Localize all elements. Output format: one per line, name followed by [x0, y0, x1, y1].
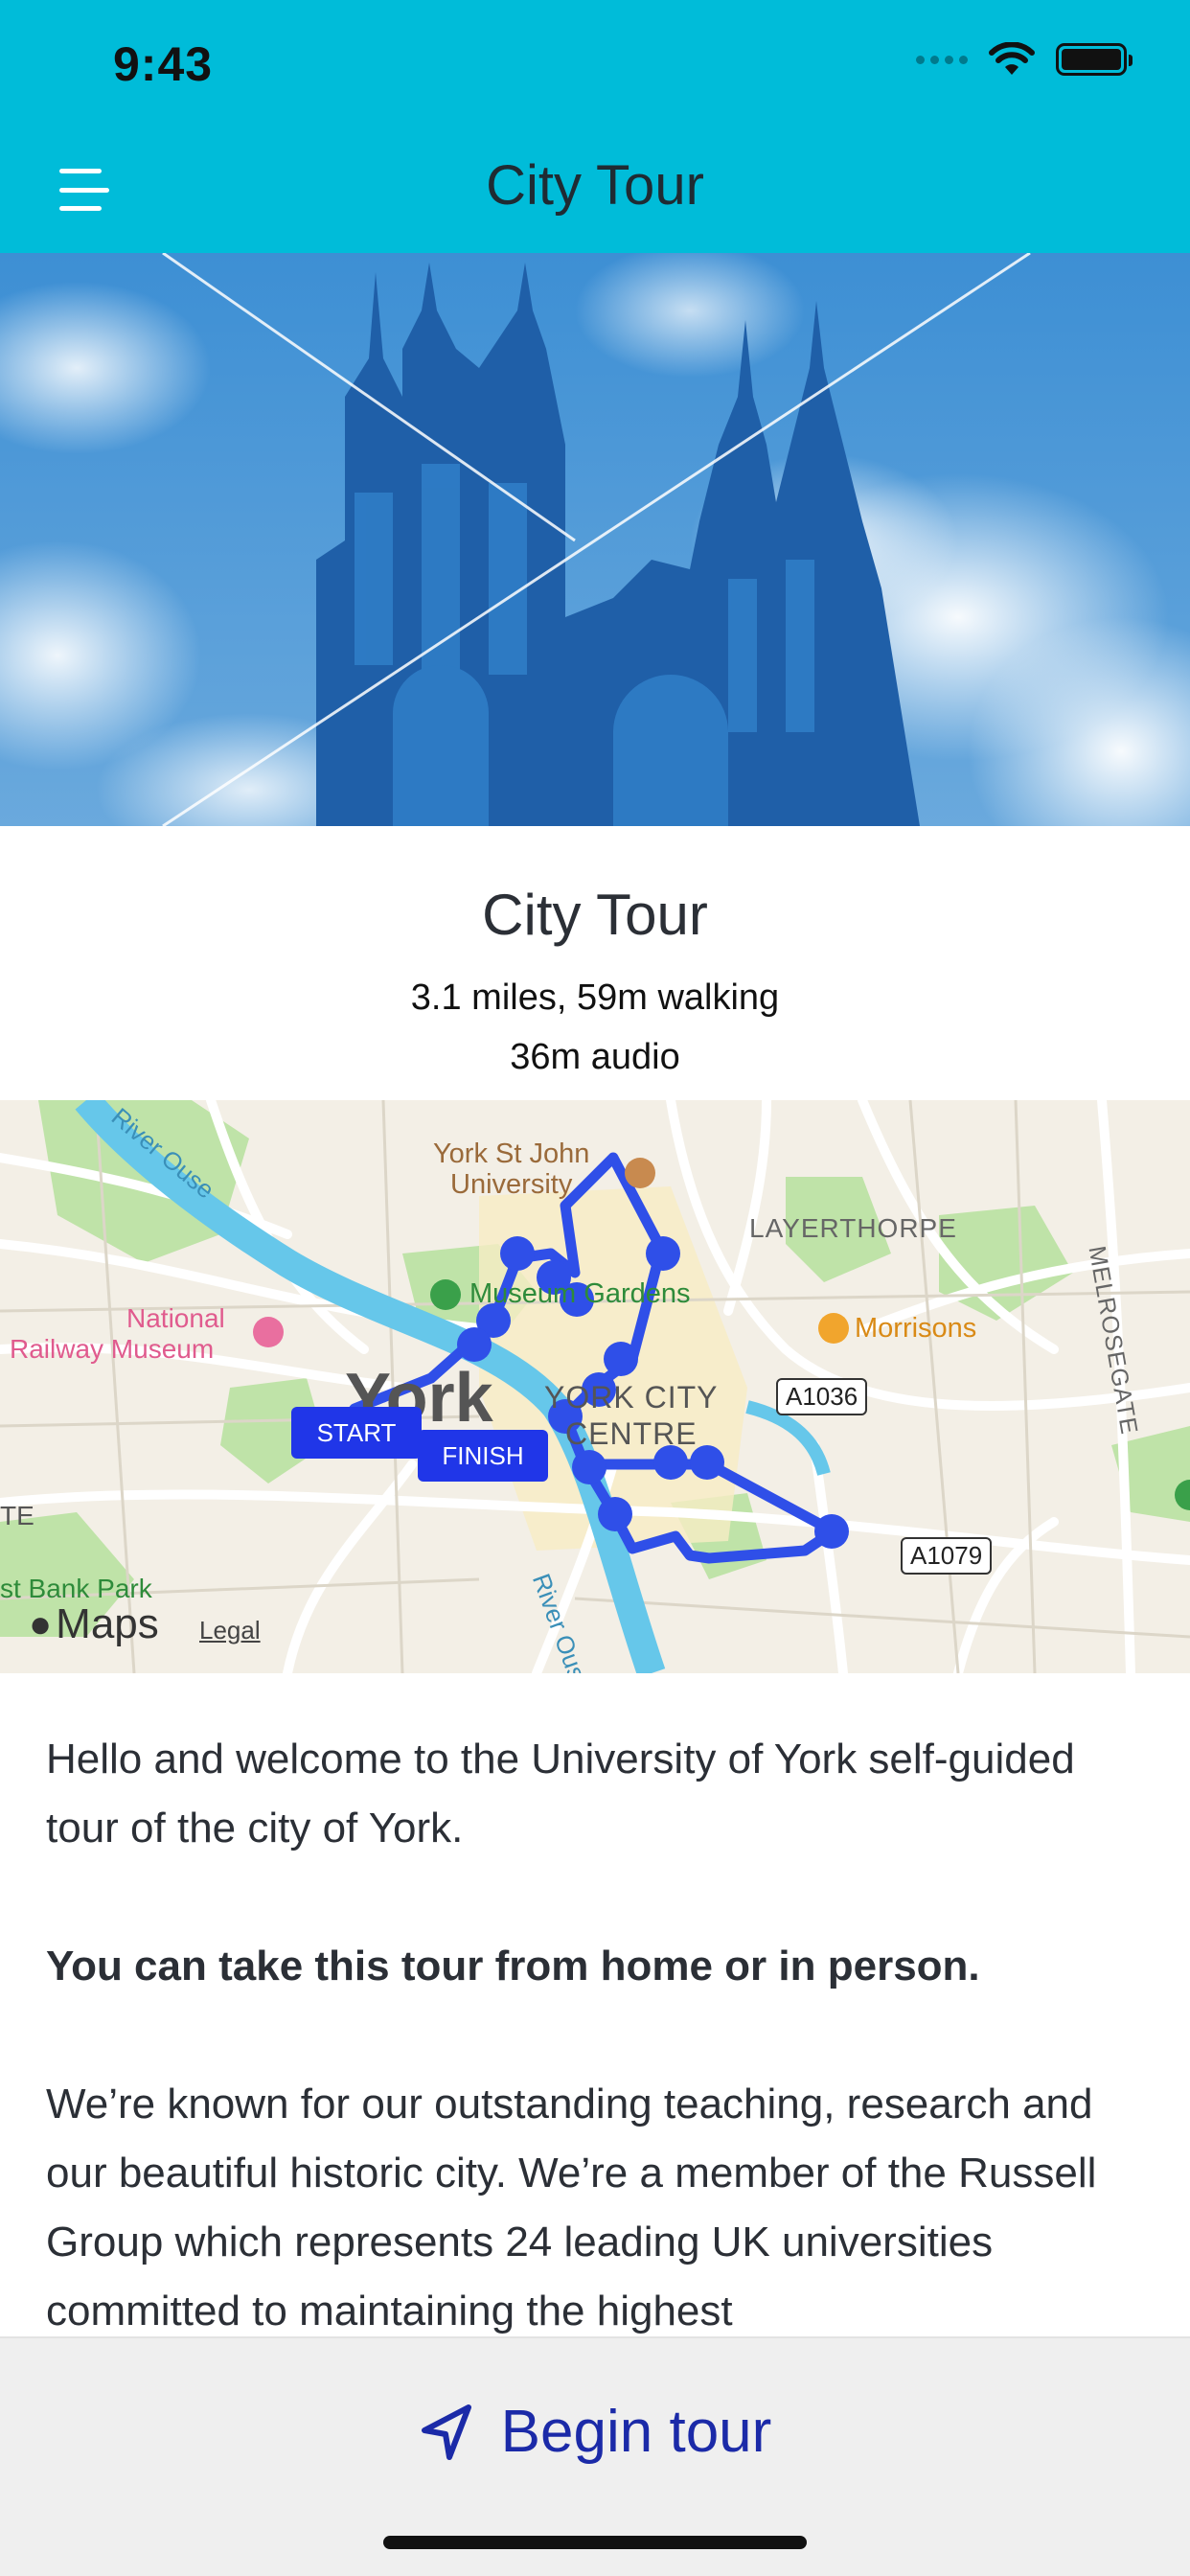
map-label-railway-museum-line2: Railway Museum — [10, 1334, 215, 1364]
begin-tour-button[interactable]: Begin tour — [0, 2398, 1190, 2466]
battery-icon — [1056, 43, 1133, 76]
map-label-edge: TE — [0, 1501, 34, 1530]
tour-distance: 3.1 miles, 59m walking — [410, 978, 780, 1018]
tour-description: Hello and welcome to the University of Y… — [46, 1725, 1148, 2415]
finish-marker[interactable]: FINISH — [418, 1430, 548, 1482]
page-title: City Tour — [486, 154, 704, 217]
map-label-city-centre-line2: CENTRE — [565, 1416, 698, 1451]
map-label-layerthorpe: LAYERTHORPE — [749, 1213, 957, 1243]
map-label-railway-museum-line1: National — [126, 1303, 225, 1333]
begin-tour-label: Begin tour — [500, 2399, 772, 2465]
navigation-arrow-icon — [421, 2404, 471, 2460]
map-label-morrisons: Morrisons — [855, 1313, 977, 1344]
map-legal-link[interactable]: Legal — [199, 1616, 261, 1645]
apple-logo-icon: ● — [29, 1602, 53, 1645]
navigation-bar: 9:43 City Tour — [0, 0, 1190, 253]
home-indicator — [383, 2536, 807, 2549]
status-time: 9:43 — [113, 37, 214, 91]
apple-maps-logo: ● Maps — [29, 1600, 159, 1647]
highlight-paragraph: You can take this tour from home or in p… — [46, 1943, 980, 1990]
start-marker[interactable]: START — [291, 1407, 422, 1459]
tour-title: City Tour — [482, 883, 708, 947]
wifi-icon — [989, 42, 1035, 75]
map-label-museum-gardens: Museum Gardens — [469, 1278, 691, 1309]
tour-audio-duration: 36m audio — [510, 1037, 680, 1077]
map-label-university: York St John University — [433, 1138, 590, 1200]
body-paragraph: We’re known for our outstanding teaching… — [46, 2081, 1097, 2334]
intro-paragraph: Hello and welcome to the University of Y… — [46, 1736, 1075, 1852]
cellular-signal-icon — [916, 55, 968, 64]
map-label-city-centre-line1: YORK CITY — [544, 1380, 719, 1414]
tour-route-map[interactable]: York St John University LAYERTHORPE Muse… — [0, 1100, 1190, 1673]
hero-image — [0, 253, 1190, 826]
status-icons — [916, 42, 1133, 77]
map-label-road-a1079: A1079 — [901, 1537, 993, 1575]
map-label-road-a1036: A1036 — [776, 1378, 868, 1415]
